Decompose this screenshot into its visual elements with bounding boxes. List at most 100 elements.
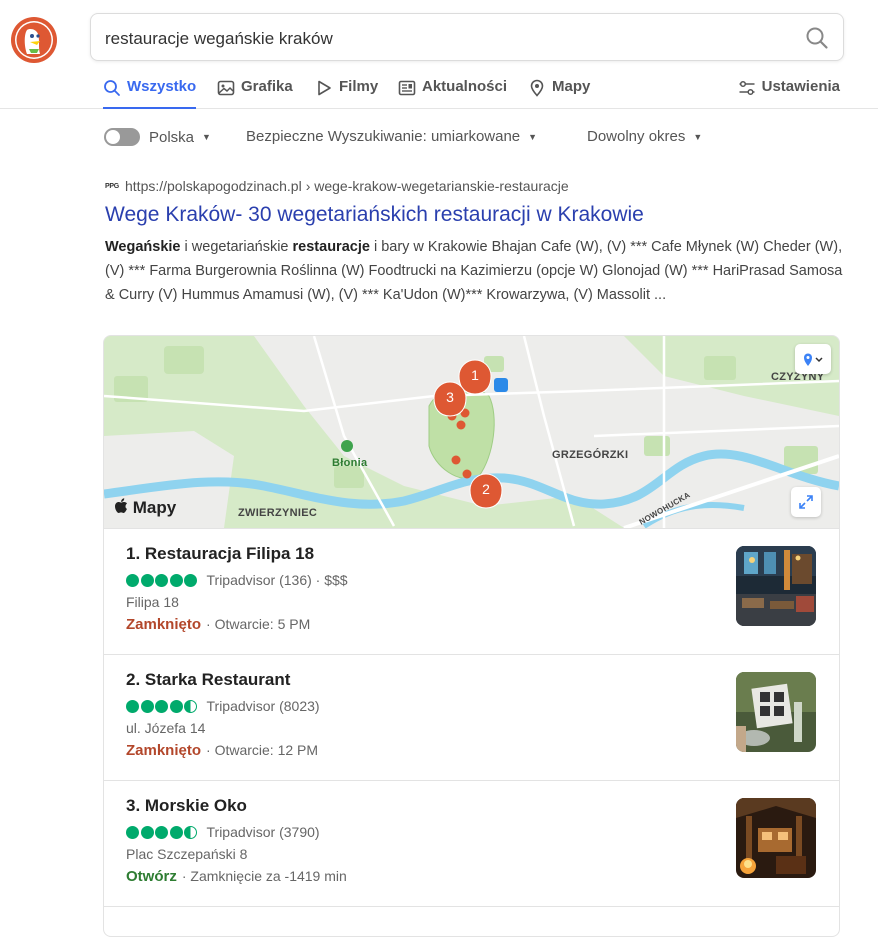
region-toggle[interactable] bbox=[104, 128, 140, 146]
snippet-highlight: Wegańskie bbox=[105, 239, 181, 255]
tab-label: Filmy bbox=[339, 78, 379, 95]
rating-bubble-half-icon bbox=[184, 699, 197, 713]
place-item[interactable]: 1. Restauracja Filipa 18 Tripadvisor (13… bbox=[104, 528, 839, 655]
map-pin-toggle-button[interactable] bbox=[795, 344, 831, 374]
rating-bubble-icon bbox=[140, 699, 154, 713]
rating-bubble-icon bbox=[155, 573, 168, 587]
result-path: › wege-krakow-wegetarianskie-restauracje bbox=[305, 178, 569, 194]
rating-source: Tripadvisor (3790) bbox=[206, 824, 320, 840]
settings-label: Ustawienia bbox=[761, 78, 840, 95]
place-rating: Tripadvisor (8023) bbox=[126, 698, 320, 714]
rating-bubble-icon bbox=[169, 699, 183, 713]
rating-bubble-icon bbox=[169, 825, 183, 839]
map-dot[interactable] bbox=[456, 420, 466, 430]
local-results-card: CZYŻYNY GRZEGÓRZKI Błonia ZWIERZYNIEC NO… bbox=[103, 335, 840, 937]
settings-button[interactable]: Ustawienia bbox=[738, 78, 840, 97]
place-rating: Tripadvisor (3790) bbox=[126, 824, 320, 840]
map-pin-label: 3 bbox=[446, 389, 454, 405]
place-address: Plac Szczepański 8 bbox=[126, 846, 248, 862]
play-icon bbox=[318, 80, 331, 96]
apple-maps-logo: Mapy bbox=[114, 498, 176, 518]
rating-bubble-icon bbox=[184, 573, 197, 587]
place-name[interactable]: 2. Starka Restaurant bbox=[126, 670, 290, 690]
site-favicon-icon: PPG bbox=[105, 182, 119, 190]
snippet-highlight: restauracje bbox=[292, 239, 370, 255]
tab-news[interactable]: Aktualności bbox=[398, 78, 507, 108]
rating-bubble-icon bbox=[169, 573, 183, 587]
image-icon bbox=[217, 80, 235, 96]
snippet-text: i wegetariańskie bbox=[180, 239, 293, 255]
caret-down-icon: ▼ bbox=[693, 131, 703, 142]
search-input[interactable] bbox=[103, 24, 787, 54]
newspaper-icon bbox=[398, 80, 416, 96]
apple-icon bbox=[115, 498, 127, 513]
place-address: Filipa 18 bbox=[126, 594, 179, 610]
caret-down-icon: ▼ bbox=[528, 131, 538, 142]
rating-bubble-icon bbox=[155, 825, 168, 839]
rating-bubble-icon bbox=[126, 573, 139, 587]
search-icon bbox=[104, 80, 120, 96]
sliders-icon bbox=[739, 80, 755, 96]
status-detail: · Zamknięcie za -1419 min bbox=[181, 868, 347, 884]
search-result: PPG https://polskapogodzinach.pl › wege-… bbox=[105, 176, 845, 307]
place-photo[interactable] bbox=[736, 672, 816, 752]
search-icon[interactable] bbox=[805, 26, 829, 50]
header: Wszystko Grafika Filmy Aktualności Mapy … bbox=[0, 0, 878, 109]
place-status: Zamknięto · Otwarcie: 5 PM bbox=[126, 616, 310, 633]
status-label: Zamknięto bbox=[126, 616, 202, 633]
rating-bubble-icon bbox=[140, 825, 154, 839]
map-markers bbox=[433, 359, 503, 509]
place-item[interactable]: 2. Starka Restaurant Tripadvisor (8023) … bbox=[104, 654, 839, 781]
status-label: Zamknięto bbox=[126, 742, 202, 759]
location-pin-icon bbox=[804, 353, 823, 366]
rating-source: Tripadvisor (8023) bbox=[206, 698, 320, 714]
region-label: Polska bbox=[149, 128, 195, 146]
place-photo[interactable] bbox=[736, 798, 816, 878]
result-snippet: Wegańskie i wegetariańskie restauracje i… bbox=[105, 235, 843, 307]
rating-bubble-icon bbox=[126, 825, 139, 839]
tab-label: Wszystko bbox=[127, 78, 197, 95]
tab-maps[interactable]: Mapy bbox=[528, 78, 590, 108]
time-label: Dowolny okres bbox=[587, 128, 686, 145]
tab-label: Aktualności bbox=[422, 78, 508, 95]
result-title-link[interactable]: Wege Kraków- 30 wegetariańskich restaura… bbox=[105, 203, 845, 227]
map-pin-label: 2 bbox=[482, 481, 490, 497]
map-brand-label: Mapy bbox=[132, 498, 177, 517]
region-filter[interactable]: Polska ▼ bbox=[104, 128, 211, 146]
place-photo[interactable] bbox=[736, 546, 816, 626]
rating-source: Tripadvisor (136) · $$$ bbox=[206, 572, 348, 588]
map-pin-icon bbox=[530, 79, 544, 97]
tab-all[interactable]: Wszystko bbox=[103, 78, 197, 109]
duckduckgo-logo-icon[interactable] bbox=[10, 16, 58, 64]
place-item[interactable]: 3. Morskie Oko Tripadvisor (3790) Plac S… bbox=[104, 780, 839, 907]
status-detail: · Otwarcie: 5 PM bbox=[206, 616, 311, 632]
caret-down-icon: ▼ bbox=[202, 132, 211, 142]
result-url[interactable]: PPG https://polskapogodzinach.pl › wege-… bbox=[105, 176, 845, 196]
rating-bubble-icon bbox=[126, 699, 139, 713]
map-expand-button[interactable] bbox=[791, 487, 821, 517]
map-pin-label: 1 bbox=[471, 367, 479, 383]
safe-search-label: Bezpieczne Wyszukiwanie: umiarkowane bbox=[246, 128, 521, 145]
search-box bbox=[90, 13, 844, 61]
rating-bubble-icon bbox=[155, 699, 168, 713]
tab-label: Grafika bbox=[241, 78, 293, 95]
tab-label: Mapy bbox=[552, 78, 591, 95]
status-detail: · Otwarcie: 12 PM bbox=[206, 742, 319, 758]
place-name[interactable]: 1. Restauracja Filipa 18 bbox=[126, 544, 314, 564]
rating-bubble-half-icon bbox=[184, 825, 197, 839]
map-dot[interactable] bbox=[462, 469, 472, 479]
time-filter[interactable]: Dowolny okres ▼ bbox=[587, 128, 702, 145]
map-preview[interactable]: CZYŻYNY GRZEGÓRZKI Błonia ZWIERZYNIEC NO… bbox=[104, 336, 839, 529]
map-dot[interactable] bbox=[451, 455, 461, 465]
place-name[interactable]: 3. Morskie Oko bbox=[126, 796, 247, 816]
status-label: Otwórz bbox=[126, 868, 177, 885]
place-status: Zamknięto · Otwarcie: 12 PM bbox=[126, 742, 318, 759]
place-status: Otwórz · Zamknięcie za -1419 min bbox=[126, 868, 347, 885]
expand-icon bbox=[799, 495, 813, 509]
result-domain: https://polskapogodzinach.pl bbox=[125, 178, 302, 194]
rating-bubble-icon bbox=[140, 573, 154, 587]
safe-search-filter[interactable]: Bezpieczne Wyszukiwanie: umiarkowane ▼ bbox=[246, 128, 537, 145]
place-address: ul. Józefa 14 bbox=[126, 720, 206, 736]
tab-videos[interactable]: Filmy bbox=[315, 78, 378, 108]
tab-images[interactable]: Grafika bbox=[217, 78, 293, 108]
